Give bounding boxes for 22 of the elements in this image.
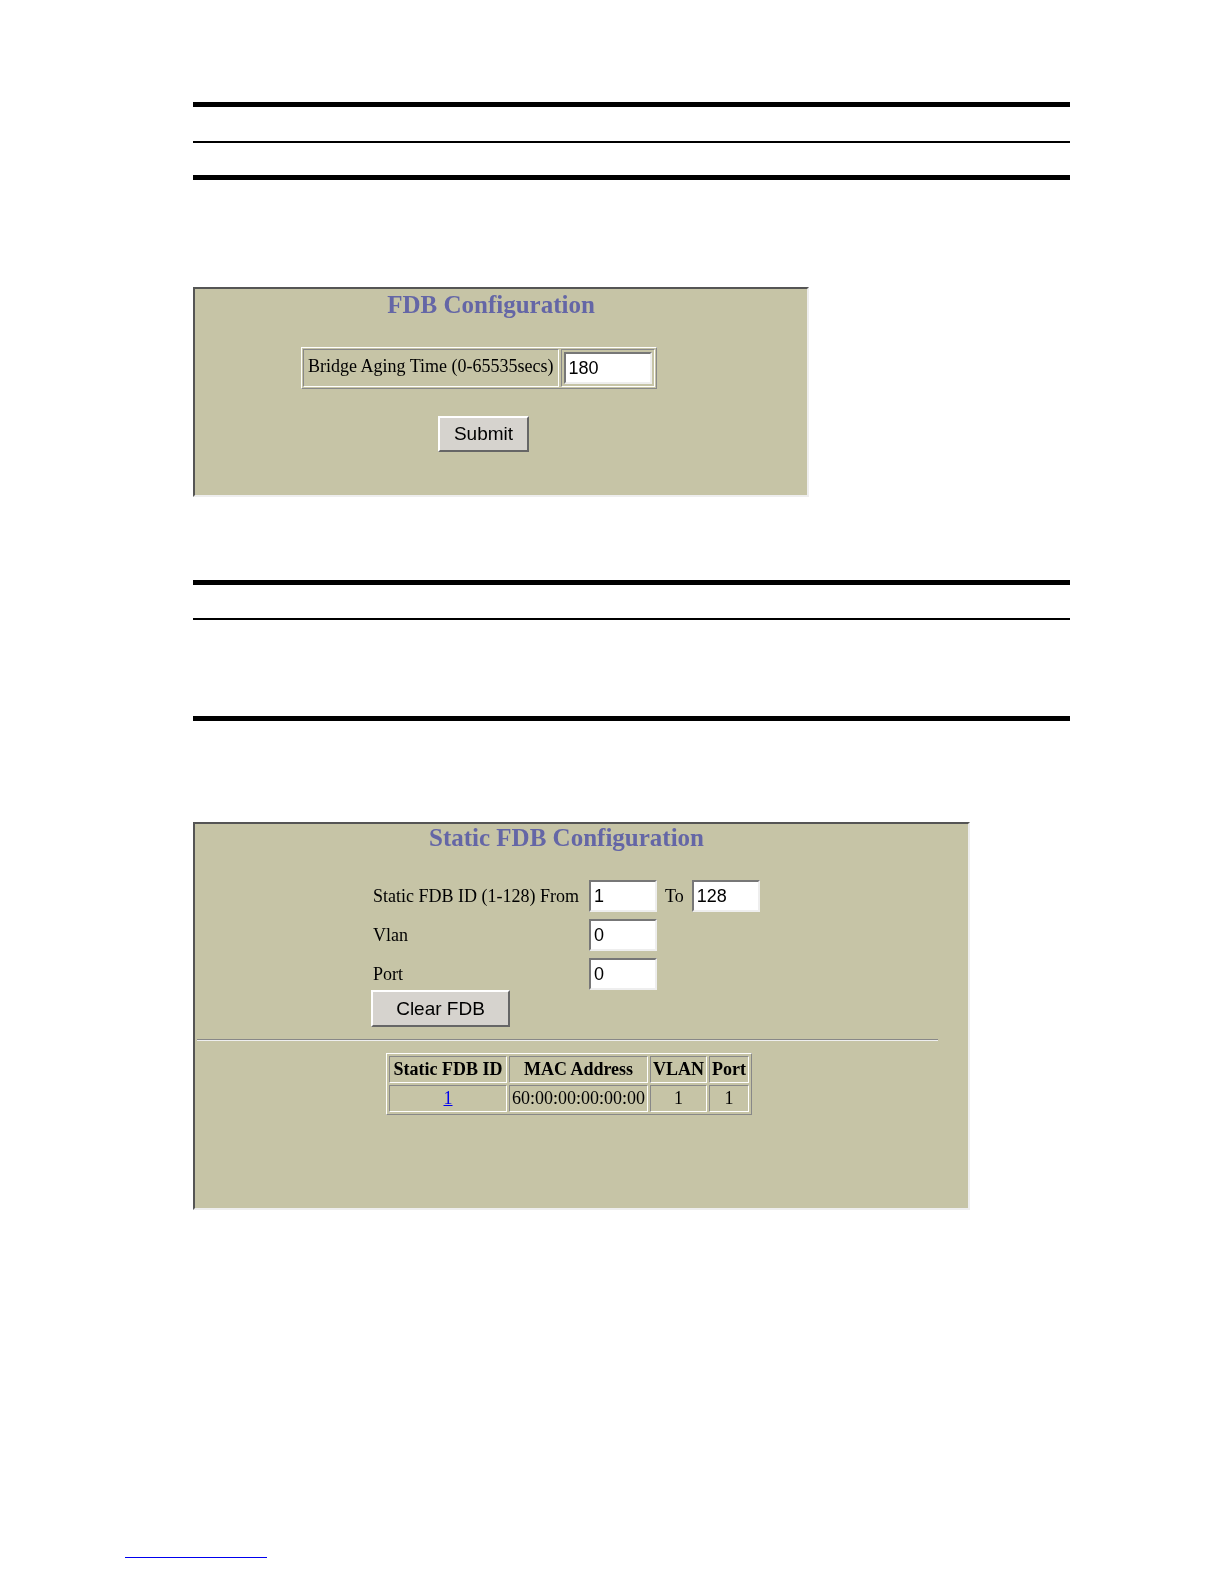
aging-time-field[interactable]: 180 <box>563 352 652 384</box>
panel-title: FDB Configuration <box>386 291 596 319</box>
field-label: Port <box>373 963 404 985</box>
field-label: To <box>665 885 684 907</box>
column-header: Port <box>709 1056 749 1083</box>
column-header: VLAN <box>650 1056 708 1083</box>
input-field[interactable]: 0 <box>589 958 657 990</box>
input-field[interactable]: 0 <box>589 919 657 951</box>
field-label: Static FDB ID (1-128) From <box>373 885 580 907</box>
field-label: Bridge Aging Time (0-65535secs) <box>303 349 559 387</box>
table-cell: 1 <box>650 1085 708 1112</box>
submit-button[interactable]: Submit <box>438 416 529 452</box>
to-field[interactable]: 128 <box>691 880 760 912</box>
table-cell: 60:00:00:00:00:00 <box>509 1085 648 1112</box>
field-label: Vlan <box>373 924 409 946</box>
table-cell: 1 <box>709 1085 749 1112</box>
from-field[interactable]: 1 <box>589 880 657 912</box>
panel-title: Static FDB Configuration <box>428 824 705 852</box>
clear-fdb-button[interactable]: Clear FDB <box>371 990 510 1027</box>
column-header: MAC Address <box>509 1056 648 1083</box>
id-link[interactable]: 1 <box>443 1088 453 1108</box>
column-header: Static FDB ID <box>389 1056 507 1083</box>
